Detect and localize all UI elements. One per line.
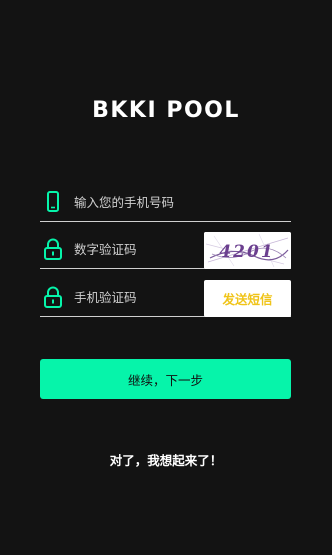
- captcha-image[interactable]: 4201: [204, 232, 291, 269]
- lock-icon: [42, 237, 64, 261]
- lock-icon: [42, 285, 64, 309]
- remembered-link[interactable]: 对了，我想起来了！: [0, 450, 332, 469]
- captcha-text: 4201: [219, 242, 274, 262]
- phone-field: [40, 183, 291, 222]
- phone-input[interactable]: [74, 183, 234, 221]
- app-logo: BKKI POOL: [92, 98, 240, 123]
- continue-button[interactable]: 继续，下一步: [40, 359, 291, 399]
- sms-code-field: 发送短信: [40, 278, 291, 317]
- send-sms-button[interactable]: 发送短信: [204, 280, 291, 317]
- phone-icon: [42, 190, 64, 214]
- captcha-field: 4201: [40, 230, 291, 269]
